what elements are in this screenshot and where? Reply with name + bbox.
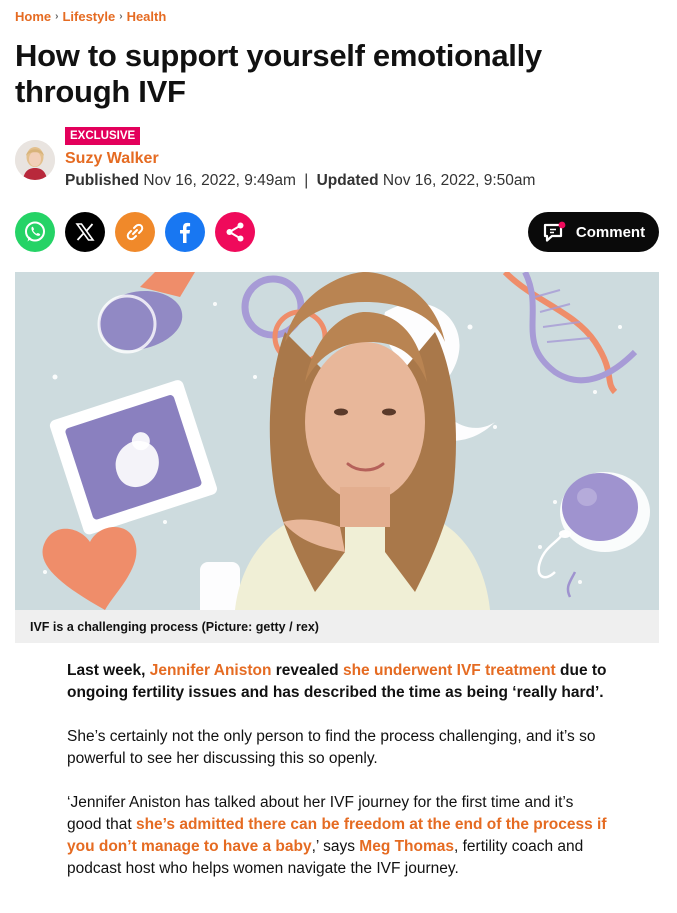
ivf-treatment-link[interactable]: she underwent IVF treatment bbox=[343, 662, 556, 679]
breadcrumb-separator: › bbox=[55, 11, 59, 22]
author-link[interactable]: Suzy Walker bbox=[65, 150, 159, 168]
exclusive-badge: EXCLUSIVE bbox=[65, 127, 141, 145]
breadcrumb-lifestyle[interactable]: Lifestyle bbox=[62, 9, 115, 24]
published-label: Published bbox=[65, 172, 140, 189]
article-body: Last week, Jennifer Aniston revealed she… bbox=[67, 660, 612, 902]
published-date: Nov 16, 2022, 9:49am bbox=[143, 172, 296, 189]
whatsapp-share-button[interactable] bbox=[15, 212, 55, 252]
text-segment: Last week, bbox=[67, 662, 150, 679]
article-lead-paragraph: Last week, Jennifer Aniston revealed she… bbox=[67, 660, 612, 704]
link-icon bbox=[126, 223, 144, 241]
comment-button[interactable]: Comment bbox=[528, 212, 659, 252]
meg-thomas-link[interactable]: Meg Thomas bbox=[359, 838, 454, 855]
more-share-button[interactable] bbox=[215, 212, 255, 252]
breadcrumb: Home › Lifestyle › Health bbox=[15, 9, 166, 24]
copy-link-button[interactable] bbox=[115, 212, 155, 252]
comment-button-label: Comment bbox=[575, 223, 646, 241]
publish-dates: Published Nov 16, 2022, 9:49am | Updated… bbox=[65, 172, 535, 190]
byline: EXCLUSIVE Suzy Walker Published Nov 16, … bbox=[15, 127, 655, 193]
updated-label: Updated bbox=[316, 172, 379, 189]
comment-icon bbox=[543, 221, 566, 242]
date-divider: | bbox=[304, 172, 309, 189]
text-segment: ,’ says bbox=[311, 838, 360, 855]
facebook-icon bbox=[180, 222, 191, 243]
article-paragraph: ‘Jennifer Aniston has talked about her I… bbox=[67, 792, 612, 880]
updated-date: Nov 16, 2022, 9:50am bbox=[382, 172, 536, 189]
text-segment: revealed bbox=[271, 662, 343, 679]
page-title: How to support yourself emotionally thro… bbox=[15, 38, 542, 109]
article-paragraph: She’s certainly not the only person to f… bbox=[67, 728, 596, 767]
author-avatar[interactable] bbox=[15, 140, 55, 180]
facebook-share-button[interactable] bbox=[165, 212, 205, 252]
whatsapp-icon bbox=[25, 221, 45, 242]
image-caption: IVF is a challenging process (Picture: g… bbox=[15, 610, 659, 643]
breadcrumb-separator: › bbox=[119, 11, 123, 22]
x-icon bbox=[75, 223, 95, 241]
share-icon bbox=[226, 222, 244, 242]
breadcrumb-health[interactable]: Health bbox=[127, 9, 167, 24]
hero-image bbox=[15, 272, 659, 610]
breadcrumb-home[interactable]: Home bbox=[15, 9, 51, 24]
share-bar: Comment bbox=[15, 212, 659, 252]
x-share-button[interactable] bbox=[65, 212, 105, 252]
jennifer-aniston-link[interactable]: Jennifer Aniston bbox=[150, 662, 272, 679]
